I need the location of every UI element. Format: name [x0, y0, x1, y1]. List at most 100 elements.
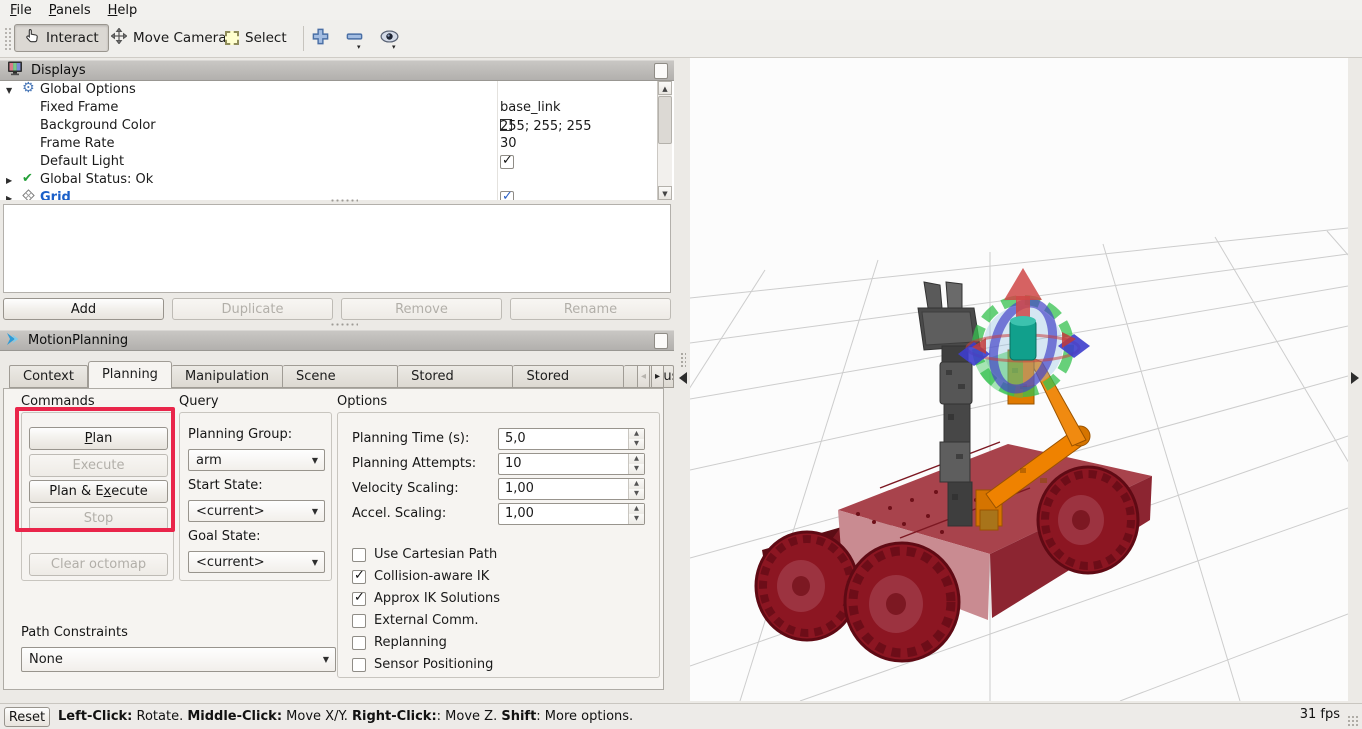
toolbar-drag-grip[interactable]: [4, 27, 12, 51]
velocity-scaling-spinner[interactable]: 1,00 ▲▼: [498, 478, 645, 500]
chevron-down-icon: ▼: [306, 558, 324, 567]
view-eye-tool-icon[interactable]: [380, 28, 399, 49]
plan-and-execute-button[interactable]: Plan & Execute: [29, 480, 168, 503]
displays-tree-scrollbar[interactable]: ▲ ▼: [657, 81, 672, 200]
duplicate-display-button[interactable]: Duplicate: [172, 298, 333, 320]
window-resize-grip[interactable]: [1347, 715, 1360, 727]
sensor-positioning-option[interactable]: Sensor Positioning: [352, 657, 493, 672]
tree-row-grid[interactable]: ▶ Grid: [0, 189, 656, 200]
display-description-box: [3, 204, 671, 293]
scroll-up-icon[interactable]: ▲: [658, 81, 672, 95]
spin-up-icon[interactable]: ▲: [629, 429, 644, 439]
rviz-window: File Panels Help Interact Move Camera Se…: [0, 0, 1362, 729]
motion-planning-float-button[interactable]: [654, 333, 668, 349]
menu-file[interactable]: File: [10, 3, 32, 18]
interactive-marker[interactable]: [958, 268, 1090, 402]
use-cartesian-path-checkbox[interactable]: [352, 548, 366, 562]
replanning-checkbox[interactable]: [352, 636, 366, 650]
zoom-out-tool-icon[interactable]: [345, 27, 364, 50]
spin-up-icon[interactable]: ▲: [629, 454, 644, 464]
splitter-handle[interactable]: [330, 198, 358, 203]
collapse-right-arrow-icon[interactable]: [1351, 372, 1359, 384]
menu-help[interactable]: Help: [108, 3, 138, 18]
status-bar: Reset Left-Click: Rotate. Middle-Click: …: [0, 703, 1362, 729]
start-state-select[interactable]: <current> ▼: [188, 500, 325, 522]
add-display-button[interactable]: Add: [3, 298, 164, 320]
tab-stored-states[interactable]: Stored States: [513, 365, 623, 388]
use-cartesian-path-option[interactable]: Use Cartesian Path: [352, 547, 497, 562]
zoom-in-tool-icon[interactable]: [311, 27, 330, 50]
menu-panels[interactable]: Panels: [49, 3, 91, 18]
grid-enabled-checkbox[interactable]: [500, 191, 514, 200]
clear-octomap-button[interactable]: Clear octomap: [29, 553, 168, 576]
external-comm-option[interactable]: External Comm.: [352, 613, 479, 628]
tree-row-global-status[interactable]: ▶ ✔ Global Status: Ok: [0, 171, 656, 189]
spin-up-icon[interactable]: ▲: [629, 479, 644, 489]
reset-button[interactable]: Reset: [4, 707, 50, 727]
spin-up-icon[interactable]: ▲: [629, 504, 644, 514]
tree-row-background-color[interactable]: Background Color 255; 255; 255: [0, 117, 656, 135]
scroll-down-icon[interactable]: ▼: [658, 186, 672, 200]
plan-button[interactable]: Plan: [29, 427, 168, 450]
remove-display-button[interactable]: Remove: [341, 298, 502, 320]
splitter-grip[interactable]: [680, 352, 686, 368]
sensor-positioning-checkbox[interactable]: [352, 658, 366, 672]
planning-tab-content: Commands Plan Execute Plan & Execute Sto…: [3, 388, 664, 690]
spin-down-icon[interactable]: ▼: [629, 489, 644, 499]
path-constraints-select[interactable]: None ▼: [21, 647, 336, 672]
default-light-checkbox[interactable]: [500, 155, 514, 169]
select-tool-button[interactable]: Select: [216, 24, 296, 52]
expander-closed-icon[interactable]: ▶: [6, 194, 12, 200]
planning-time-spinner[interactable]: 5,0 ▲▼: [498, 428, 645, 450]
external-comm-checkbox[interactable]: [352, 614, 366, 628]
frame-rate-value[interactable]: 30: [500, 136, 517, 151]
tab-context[interactable]: Context: [9, 365, 88, 388]
3d-viewport[interactable]: [690, 58, 1348, 701]
tree-row-global-options[interactable]: ▼ ⚙ Global Options: [0, 81, 656, 99]
planning-group-select[interactable]: arm ▼: [188, 449, 325, 471]
tree-row-frame-rate[interactable]: Frame Rate 30: [0, 135, 656, 153]
displays-panel-float-button[interactable]: [654, 63, 668, 79]
tab-scroll-left-icon[interactable]: ◂: [637, 365, 650, 388]
tab-scene-objects[interactable]: Scene Objects: [283, 365, 398, 388]
spin-down-icon[interactable]: ▼: [629, 464, 644, 474]
selection-box-icon: [225, 31, 239, 45]
query-heading: Query: [179, 394, 219, 409]
tab-manipulation[interactable]: Manipulation: [172, 365, 283, 388]
planning-attempts-spinner[interactable]: 10 ▲▼: [498, 453, 645, 475]
view-eye-dropdown-arrow[interactable]: ▾: [392, 43, 396, 51]
stop-button[interactable]: Stop: [29, 507, 168, 530]
zoom-out-dropdown-arrow[interactable]: ▾: [357, 43, 361, 51]
expander-closed-icon[interactable]: ▶: [6, 176, 12, 185]
collision-aware-ik-checkbox[interactable]: [352, 570, 366, 584]
collapse-left-arrow-icon[interactable]: [679, 372, 687, 384]
grid-display-icon: [22, 189, 35, 200]
goal-state-select[interactable]: <current> ▼: [188, 551, 325, 573]
accel-scaling-value: 1,00: [499, 504, 628, 524]
fixed-frame-value[interactable]: base_link: [500, 100, 560, 115]
tab-scroll-right-icon[interactable]: ▸: [651, 365, 664, 388]
tree-row-default-light[interactable]: Default Light: [0, 153, 656, 171]
scrollbar-thumb[interactable]: [658, 96, 672, 144]
interact-tool-button[interactable]: Interact: [14, 24, 109, 52]
collision-aware-ik-option[interactable]: Collision-aware IK: [352, 569, 489, 584]
options-heading: Options: [337, 394, 387, 409]
execute-button[interactable]: Execute: [29, 454, 168, 477]
expander-open-icon[interactable]: ▼: [6, 86, 12, 95]
replanning-option[interactable]: Replanning: [352, 635, 447, 650]
spin-down-icon[interactable]: ▼: [629, 439, 644, 449]
approx-ik-solutions-checkbox[interactable]: [352, 592, 366, 606]
tree-row-fixed-frame[interactable]: Fixed Frame base_link: [0, 99, 656, 117]
spin-down-icon[interactable]: ▼: [629, 514, 644, 524]
rename-display-button[interactable]: Rename: [510, 298, 671, 320]
planning-attempts-label: Planning Attempts:: [352, 456, 476, 471]
accel-scaling-spinner[interactable]: 1,00 ▲▼: [498, 503, 645, 525]
displays-tree: ▼ ⚙ Global Options Fixed Frame base_link…: [0, 81, 674, 200]
tree-row-label: Global Options: [40, 82, 136, 97]
splitter-handle[interactable]: [330, 322, 358, 327]
tab-stored-scenes[interactable]: Stored Scenes: [398, 365, 513, 388]
planning-group-value: arm: [189, 453, 306, 468]
velocity-scaling-label: Velocity Scaling:: [352, 481, 459, 496]
tab-planning[interactable]: Planning: [88, 361, 172, 388]
approx-ik-solutions-option[interactable]: Approx IK Solutions: [352, 591, 500, 606]
